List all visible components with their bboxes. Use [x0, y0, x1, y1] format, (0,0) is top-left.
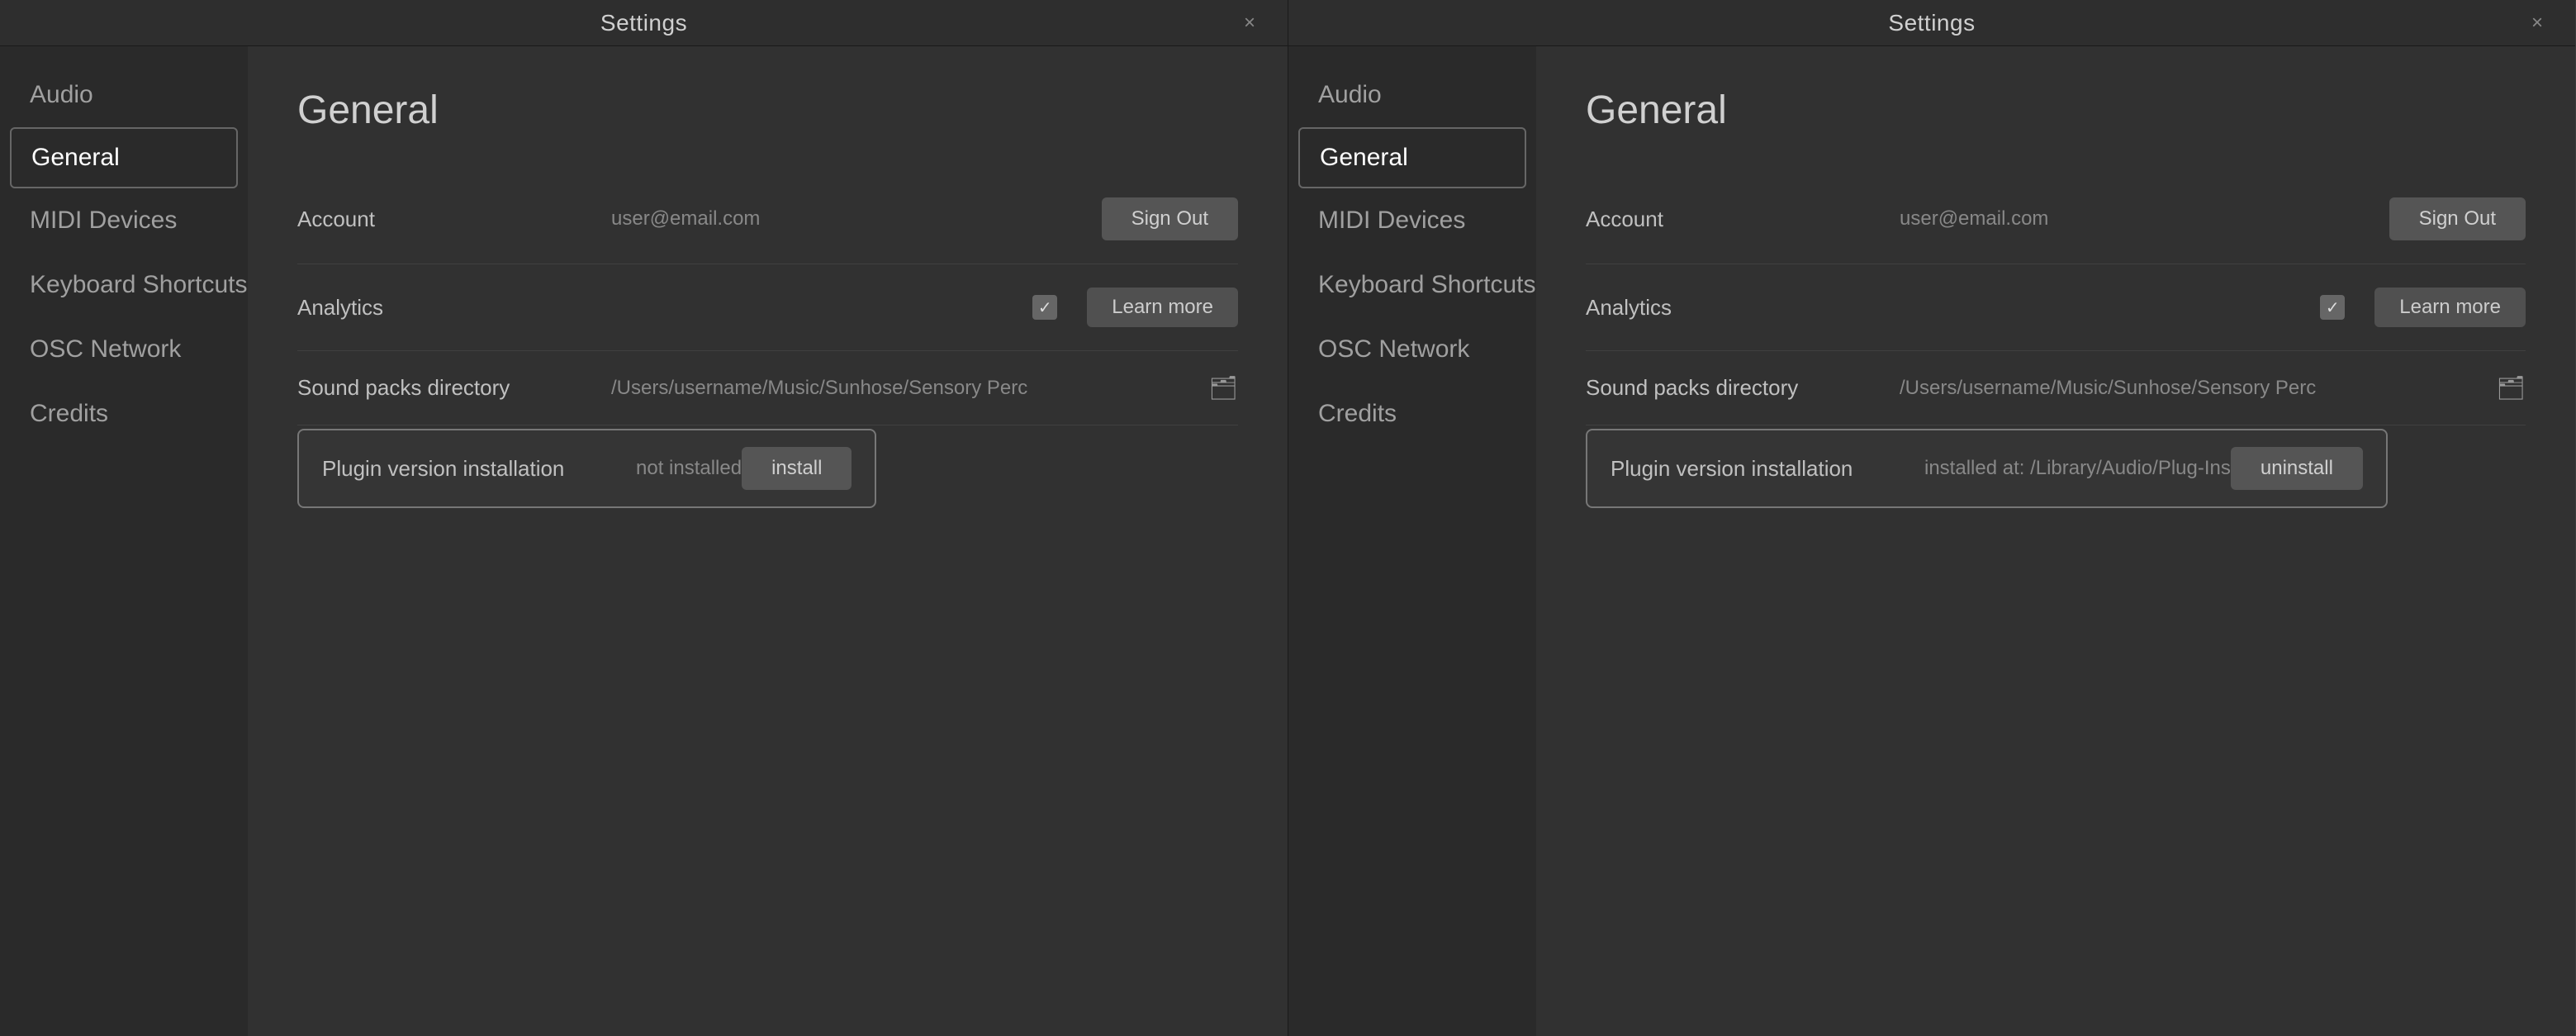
plugin-status-right: installed at: /Library/Audio/Plug-Ins [1924, 457, 2231, 480]
account-value-left: user@email.com [611, 207, 1102, 230]
settings-window-right: Settings × Audio General MIDI Devices Ke… [1288, 0, 2575, 1036]
sidebar-item-midi-left[interactable]: MIDI Devices [0, 188, 248, 253]
sidebar-item-credits-right[interactable]: Credits [1288, 382, 1536, 446]
learn-more-button-left[interactable]: Learn more [1087, 288, 1238, 327]
sidebar-item-keyboard-right[interactable]: Keyboard Shortcuts [1288, 253, 1536, 317]
window-body-left: Audio General MIDI Devices Keyboard Shor… [0, 46, 1288, 1036]
account-row-left: Account user@email.com Sign Out [297, 174, 1238, 264]
plugin-row-left: Plugin version installation not installe… [297, 429, 876, 508]
close-button-left[interactable]: × [1235, 8, 1264, 38]
sidebar-item-keyboard-left[interactable]: Keyboard Shortcuts [0, 253, 248, 317]
sound-packs-value-right: /Users/username/Music/Sunhose/Sensory Pe… [1900, 377, 2486, 400]
sidebar-item-general-left[interactable]: General [10, 127, 238, 188]
analytics-checkbox-wrap-left: ✓ [1032, 295, 1070, 320]
sound-packs-label-right: Sound packs directory [1586, 375, 1900, 401]
analytics-actions-left: ✓ Learn more [1032, 288, 1238, 327]
sound-packs-row-left: Sound packs directory /Users/username/Mu… [297, 351, 1238, 425]
main-content-right: General Account user@email.com Sign Out … [1536, 46, 2575, 1036]
sidebar-item-osc-left[interactable]: OSC Network [0, 317, 248, 382]
account-label-left: Account [297, 207, 611, 232]
learn-more-button-right[interactable]: Learn more [2374, 288, 2526, 327]
main-content-left: General Account user@email.com Sign Out … [248, 46, 1288, 1036]
sidebar-item-general-right[interactable]: General [1298, 127, 1526, 188]
folder-icon-left[interactable]: 🗂 [1208, 374, 1238, 402]
analytics-checkbox-wrap-right: ✓ [2320, 295, 2358, 320]
plugin-status-left: not installed [636, 457, 742, 480]
sidebar-item-audio-left[interactable]: Audio [0, 63, 248, 127]
section-title-right: General [1586, 88, 2526, 133]
sign-out-button-left[interactable]: Sign Out [1102, 197, 1238, 240]
sidebar-item-credits-left[interactable]: Credits [0, 382, 248, 446]
sidebar-right: Audio General MIDI Devices Keyboard Shor… [1288, 46, 1536, 1036]
window-body-right: Audio General MIDI Devices Keyboard Shor… [1288, 46, 2575, 1036]
install-button-left[interactable]: install [742, 447, 852, 490]
sound-packs-value-left: /Users/username/Music/Sunhose/Sensory Pe… [611, 377, 1198, 400]
account-row-right: Account user@email.com Sign Out [1586, 174, 2526, 264]
sidebar-item-audio-right[interactable]: Audio [1288, 63, 1536, 127]
sign-out-button-right[interactable]: Sign Out [2389, 197, 2526, 240]
account-value-right: user@email.com [1900, 207, 2389, 230]
analytics-actions-right: ✓ Learn more [2320, 288, 2526, 327]
title-bar-right: Settings × [1288, 0, 2575, 46]
analytics-label-right: Analytics [1586, 295, 1900, 321]
analytics-checkbox-left[interactable]: ✓ [1032, 295, 1057, 320]
analytics-checkbox-right[interactable]: ✓ [2320, 295, 2345, 320]
analytics-row-left: Analytics ✓ Learn more [297, 264, 1238, 351]
folder-icon-right[interactable]: 🗂 [2496, 374, 2526, 402]
account-label-right: Account [1586, 207, 1900, 232]
plugin-label-left: Plugin version installation [322, 456, 636, 482]
plugin-row-container-left: Plugin version installation not installe… [297, 425, 1238, 511]
analytics-row-right: Analytics ✓ Learn more [1586, 264, 2526, 351]
settings-window-left: Settings × Audio General MIDI Devices Ke… [0, 0, 1288, 1036]
check-icon-left: ✓ [1038, 297, 1052, 318]
sound-packs-label-left: Sound packs directory [297, 375, 611, 401]
sidebar-left: Audio General MIDI Devices Keyboard Shor… [0, 46, 248, 1036]
plugin-row-right: Plugin version installation installed at… [1586, 429, 2388, 508]
title-bar-left: Settings × [0, 0, 1288, 46]
window-title-right: Settings [1888, 10, 1975, 36]
sidebar-item-osc-right[interactable]: OSC Network [1288, 317, 1536, 382]
account-actions-right: Sign Out [2389, 197, 2526, 240]
close-button-right[interactable]: × [2522, 8, 2552, 38]
analytics-label-left: Analytics [297, 295, 611, 321]
plugin-row-container-right: Plugin version installation installed at… [1586, 425, 2526, 511]
check-icon-right: ✓ [2326, 297, 2340, 318]
account-actions-left: Sign Out [1102, 197, 1238, 240]
sidebar-item-midi-right[interactable]: MIDI Devices [1288, 188, 1536, 253]
window-title-left: Settings [600, 10, 687, 36]
section-title-left: General [297, 88, 1238, 133]
uninstall-button-right[interactable]: uninstall [2231, 447, 2363, 490]
plugin-label-right: Plugin version installation [1611, 456, 1924, 482]
sound-packs-row-right: Sound packs directory /Users/username/Mu… [1586, 351, 2526, 425]
